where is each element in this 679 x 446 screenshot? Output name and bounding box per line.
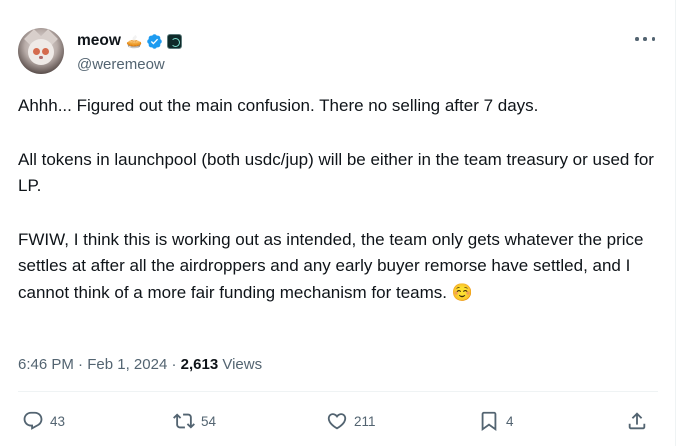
- avatar-eye-right: [42, 48, 49, 55]
- tweet-meta: 6:46 PM · Feb 1, 2024 · 2,613 Views: [18, 356, 262, 373]
- tweet-paragraph-2: All tokens in launchpool (both usdc/jup)…: [18, 149, 654, 196]
- handle[interactable]: @weremeow: [77, 56, 182, 73]
- reply-icon: [23, 411, 43, 430]
- reply-button[interactable]: 43: [22, 407, 65, 435]
- repost-count: 54: [201, 413, 217, 429]
- share-button[interactable]: [626, 407, 648, 435]
- name-row: meow 🥧: [77, 31, 183, 51]
- divider: [18, 391, 658, 392]
- display-name[interactable]: meow: [77, 32, 121, 50]
- verified-badge-icon[interactable]: [146, 33, 163, 50]
- tweet-header: meow 🥧 @weremeow: [18, 28, 663, 78]
- views-count[interactable]: 2,613: [181, 356, 219, 373]
- pie-emoji: 🥧: [125, 33, 143, 49]
- more-dot: [651, 37, 655, 41]
- bookmark-icon: [481, 411, 497, 432]
- like-icon: [327, 413, 347, 430]
- share-icon: [628, 412, 646, 430]
- right-edge: [675, 0, 679, 446]
- tweet-paragraph-1: Ahhh... Figured out the main confusion. …: [18, 96, 539, 115]
- tweet-time[interactable]: 6:46 PM: [18, 356, 74, 373]
- tweet-text: Ahhh... Figured out the main confusion. …: [18, 93, 668, 306]
- affiliate-badge-icon[interactable]: [167, 33, 183, 49]
- repost-icon: [173, 413, 195, 429]
- author-block: meow 🥧 @weremeow: [77, 31, 183, 73]
- views-label: Views: [222, 356, 263, 373]
- tweet-paragraph-3: FWIW, I think this is working out as int…: [18, 229, 644, 302]
- avatar-eye-left: [33, 48, 40, 55]
- more-icon[interactable]: [635, 34, 655, 44]
- repost-button[interactable]: 54: [173, 407, 216, 435]
- meta-separator: ·: [78, 356, 84, 373]
- avatar-face: [28, 39, 54, 65]
- avatar-nose: [39, 56, 43, 59]
- more-dot: [635, 37, 639, 41]
- reply-count: 43: [50, 413, 66, 429]
- more-dot: [643, 37, 647, 41]
- tweet-date[interactable]: Feb 1, 2024: [87, 356, 167, 373]
- avatar[interactable]: [18, 28, 64, 74]
- left-edge: [0, 0, 5, 446]
- like-count: 211: [354, 413, 376, 429]
- bookmark-button[interactable]: 4: [478, 407, 514, 435]
- like-button[interactable]: 211: [326, 407, 376, 435]
- action-bar: 43 54 211 4: [18, 407, 658, 435]
- meta-separator: ·: [171, 356, 177, 373]
- bookmark-count: 4: [506, 413, 514, 429]
